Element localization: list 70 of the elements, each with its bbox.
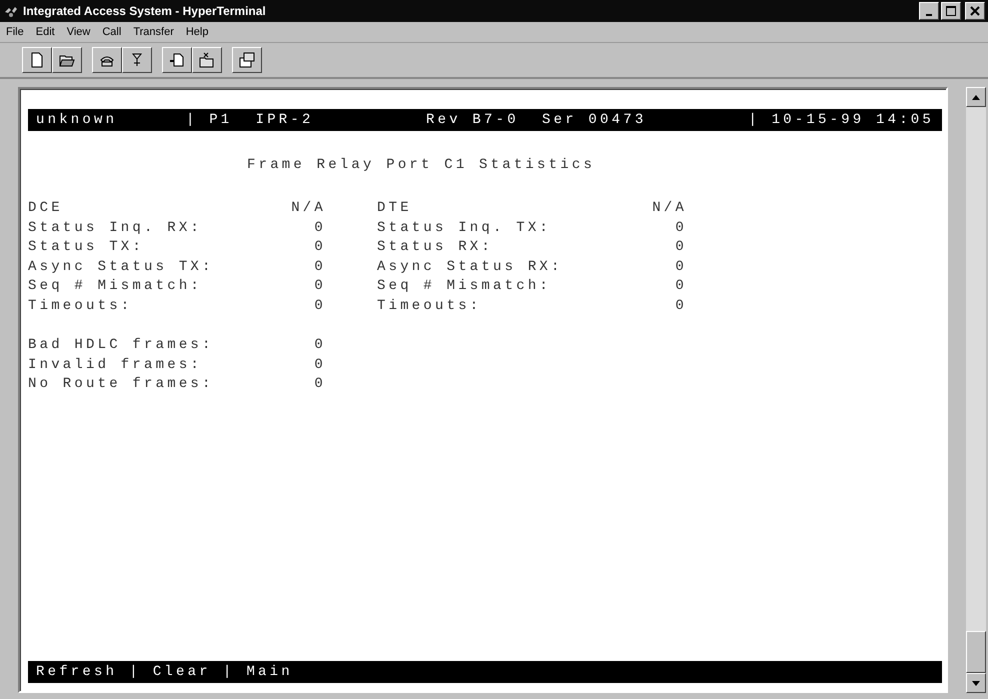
down-arrow-icon bbox=[972, 680, 980, 686]
stat-label: Status RX: bbox=[377, 238, 494, 257]
toolbar-button[interactable] bbox=[92, 47, 122, 73]
stat-value: N/A bbox=[290, 199, 326, 218]
stat-label: Async Status TX: bbox=[28, 258, 215, 276]
properties-icon bbox=[239, 52, 255, 68]
stat-value: 0 bbox=[674, 277, 687, 296]
stat-label: Timeouts: bbox=[28, 296, 134, 316]
stat-value: 0 bbox=[313, 336, 326, 355]
stat-value: 0 bbox=[313, 258, 326, 276]
stat-label: Timeouts: bbox=[377, 296, 482, 316]
menu-item[interactable]: Edit bbox=[36, 26, 55, 38]
stat-value: 0 bbox=[313, 218, 326, 238]
toolbar-button[interactable] bbox=[192, 47, 222, 73]
minimize-button[interactable] bbox=[919, 2, 939, 20]
stat-label: Status Inq. RX: bbox=[28, 218, 204, 238]
menu-item[interactable]: Help bbox=[186, 26, 208, 38]
header-field: unknown bbox=[36, 112, 186, 128]
toolbar-button[interactable] bbox=[162, 47, 192, 73]
menu-item[interactable]: View bbox=[66, 26, 90, 38]
stat-label: DTE bbox=[377, 199, 413, 218]
window-title: Integrated Access System - HyperTerminal bbox=[23, 4, 267, 18]
stat-label: Status TX: bbox=[28, 238, 146, 257]
separator-text: | bbox=[222, 664, 234, 680]
scroll-up-button[interactable] bbox=[966, 87, 986, 107]
stat-label: Status Inq. TX: bbox=[377, 218, 552, 238]
stat-value: 0 bbox=[313, 238, 326, 257]
document-icon bbox=[169, 52, 185, 68]
stat-label: No Route frames: bbox=[28, 375, 215, 394]
toolbar-button[interactable] bbox=[22, 47, 52, 73]
maximize-button[interactable] bbox=[941, 2, 961, 20]
stat-label: DCE bbox=[28, 199, 64, 218]
stat-label: Seq # Mismatch: bbox=[377, 277, 552, 296]
command-option[interactable]: Clear bbox=[152, 664, 211, 680]
header-field: | 10-15-99 14:05 bbox=[748, 112, 934, 128]
stat-value: 0 bbox=[674, 218, 687, 238]
scroll-thumb[interactable] bbox=[966, 631, 986, 673]
separator-text: | bbox=[129, 664, 141, 680]
stat-label: Seq # Mismatch: bbox=[28, 277, 204, 296]
header-field: | P1 IPR-2 bbox=[186, 112, 426, 128]
stat-value: 0 bbox=[313, 375, 326, 394]
close-icon bbox=[970, 6, 980, 16]
screen-title: Frame Relay Port C1 Statistics bbox=[247, 157, 596, 173]
menu-item[interactable]: File bbox=[6, 26, 24, 38]
command-option[interactable]: Refresh bbox=[36, 664, 118, 680]
command-option[interactable]: Main bbox=[246, 664, 293, 680]
toolbar-button[interactable] bbox=[232, 47, 262, 73]
toolbar-button[interactable] bbox=[52, 47, 82, 73]
stat-value: 0 bbox=[674, 238, 687, 257]
stat-label: Async Status RX: bbox=[377, 258, 564, 276]
toolbar-button[interactable] bbox=[122, 47, 152, 73]
header-field: Rev B7-0 Ser 00473 bbox=[426, 112, 656, 128]
menu-item[interactable]: Call bbox=[102, 26, 122, 38]
stat-value: N/A bbox=[651, 199, 687, 218]
vertical-scrollbar[interactable] bbox=[966, 87, 986, 693]
stat-value: 0 bbox=[674, 258, 687, 276]
stat-value: 0 bbox=[313, 356, 326, 374]
close-button[interactable] bbox=[965, 2, 985, 20]
menu-item[interactable]: Transfer bbox=[133, 26, 174, 38]
minimize-icon bbox=[926, 14, 932, 16]
stat-value: 0 bbox=[313, 296, 326, 316]
stat-label: Invalid frames: bbox=[28, 356, 204, 374]
scroll-down-button[interactable] bbox=[966, 673, 986, 693]
document-icon bbox=[29, 52, 45, 68]
up-arrow-icon bbox=[972, 94, 980, 100]
stat-value: 0 bbox=[674, 296, 687, 316]
folder-icon bbox=[199, 52, 215, 68]
maximize-icon bbox=[946, 6, 956, 16]
stat-value: 0 bbox=[313, 277, 326, 296]
stat-label: Bad HDLC frames: bbox=[28, 336, 215, 355]
